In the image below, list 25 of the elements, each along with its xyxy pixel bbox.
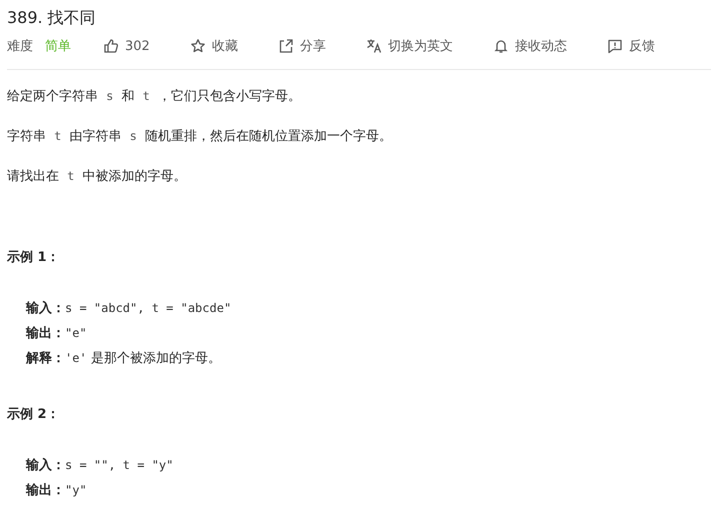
example-line: 输出："e" (26, 325, 88, 343)
example-line: 输出："y" (26, 482, 88, 500)
bell-icon (492, 38, 509, 54)
description-paragraph: 字符串 t 由字符串 s 随机重排，然后在随机位置添加一个字母。 (7, 128, 394, 146)
example-line: 输入：s = "", t = "y" (26, 456, 174, 475)
translate-icon (366, 38, 382, 54)
like-button[interactable]: 302 (103, 38, 150, 54)
share-button[interactable]: 分享 (278, 37, 326, 55)
star-button[interactable]: 收藏 (190, 37, 238, 55)
difficulty-value: 简单 (45, 38, 71, 55)
example-heading: 示例 2： (7, 406, 61, 424)
problem-title: 389. 找不同 (7, 7, 97, 29)
example-heading: 示例 1： (7, 249, 61, 267)
example-line: 输入：s = "abcd", t = "abcde" (26, 300, 232, 318)
translate-button[interactable]: 切换为英文 (366, 37, 453, 55)
description-paragraph: 请找出在 t 中被添加的字母。 (7, 168, 188, 186)
star-icon (190, 38, 206, 54)
message-icon (606, 38, 623, 54)
feedback-button[interactable]: 反馈 (606, 37, 655, 55)
share-icon (278, 38, 294, 54)
example-line: 解释：'e' 是那个被添加的字母。 (26, 350, 222, 368)
bell-button[interactable]: 接收动态 (492, 37, 567, 55)
thumbs-up-icon (103, 38, 119, 54)
difficulty-label: 难度 (7, 38, 33, 55)
description-paragraph: 给定两个字符串 s 和 t ，它们只包含小写字母。 (7, 88, 302, 106)
